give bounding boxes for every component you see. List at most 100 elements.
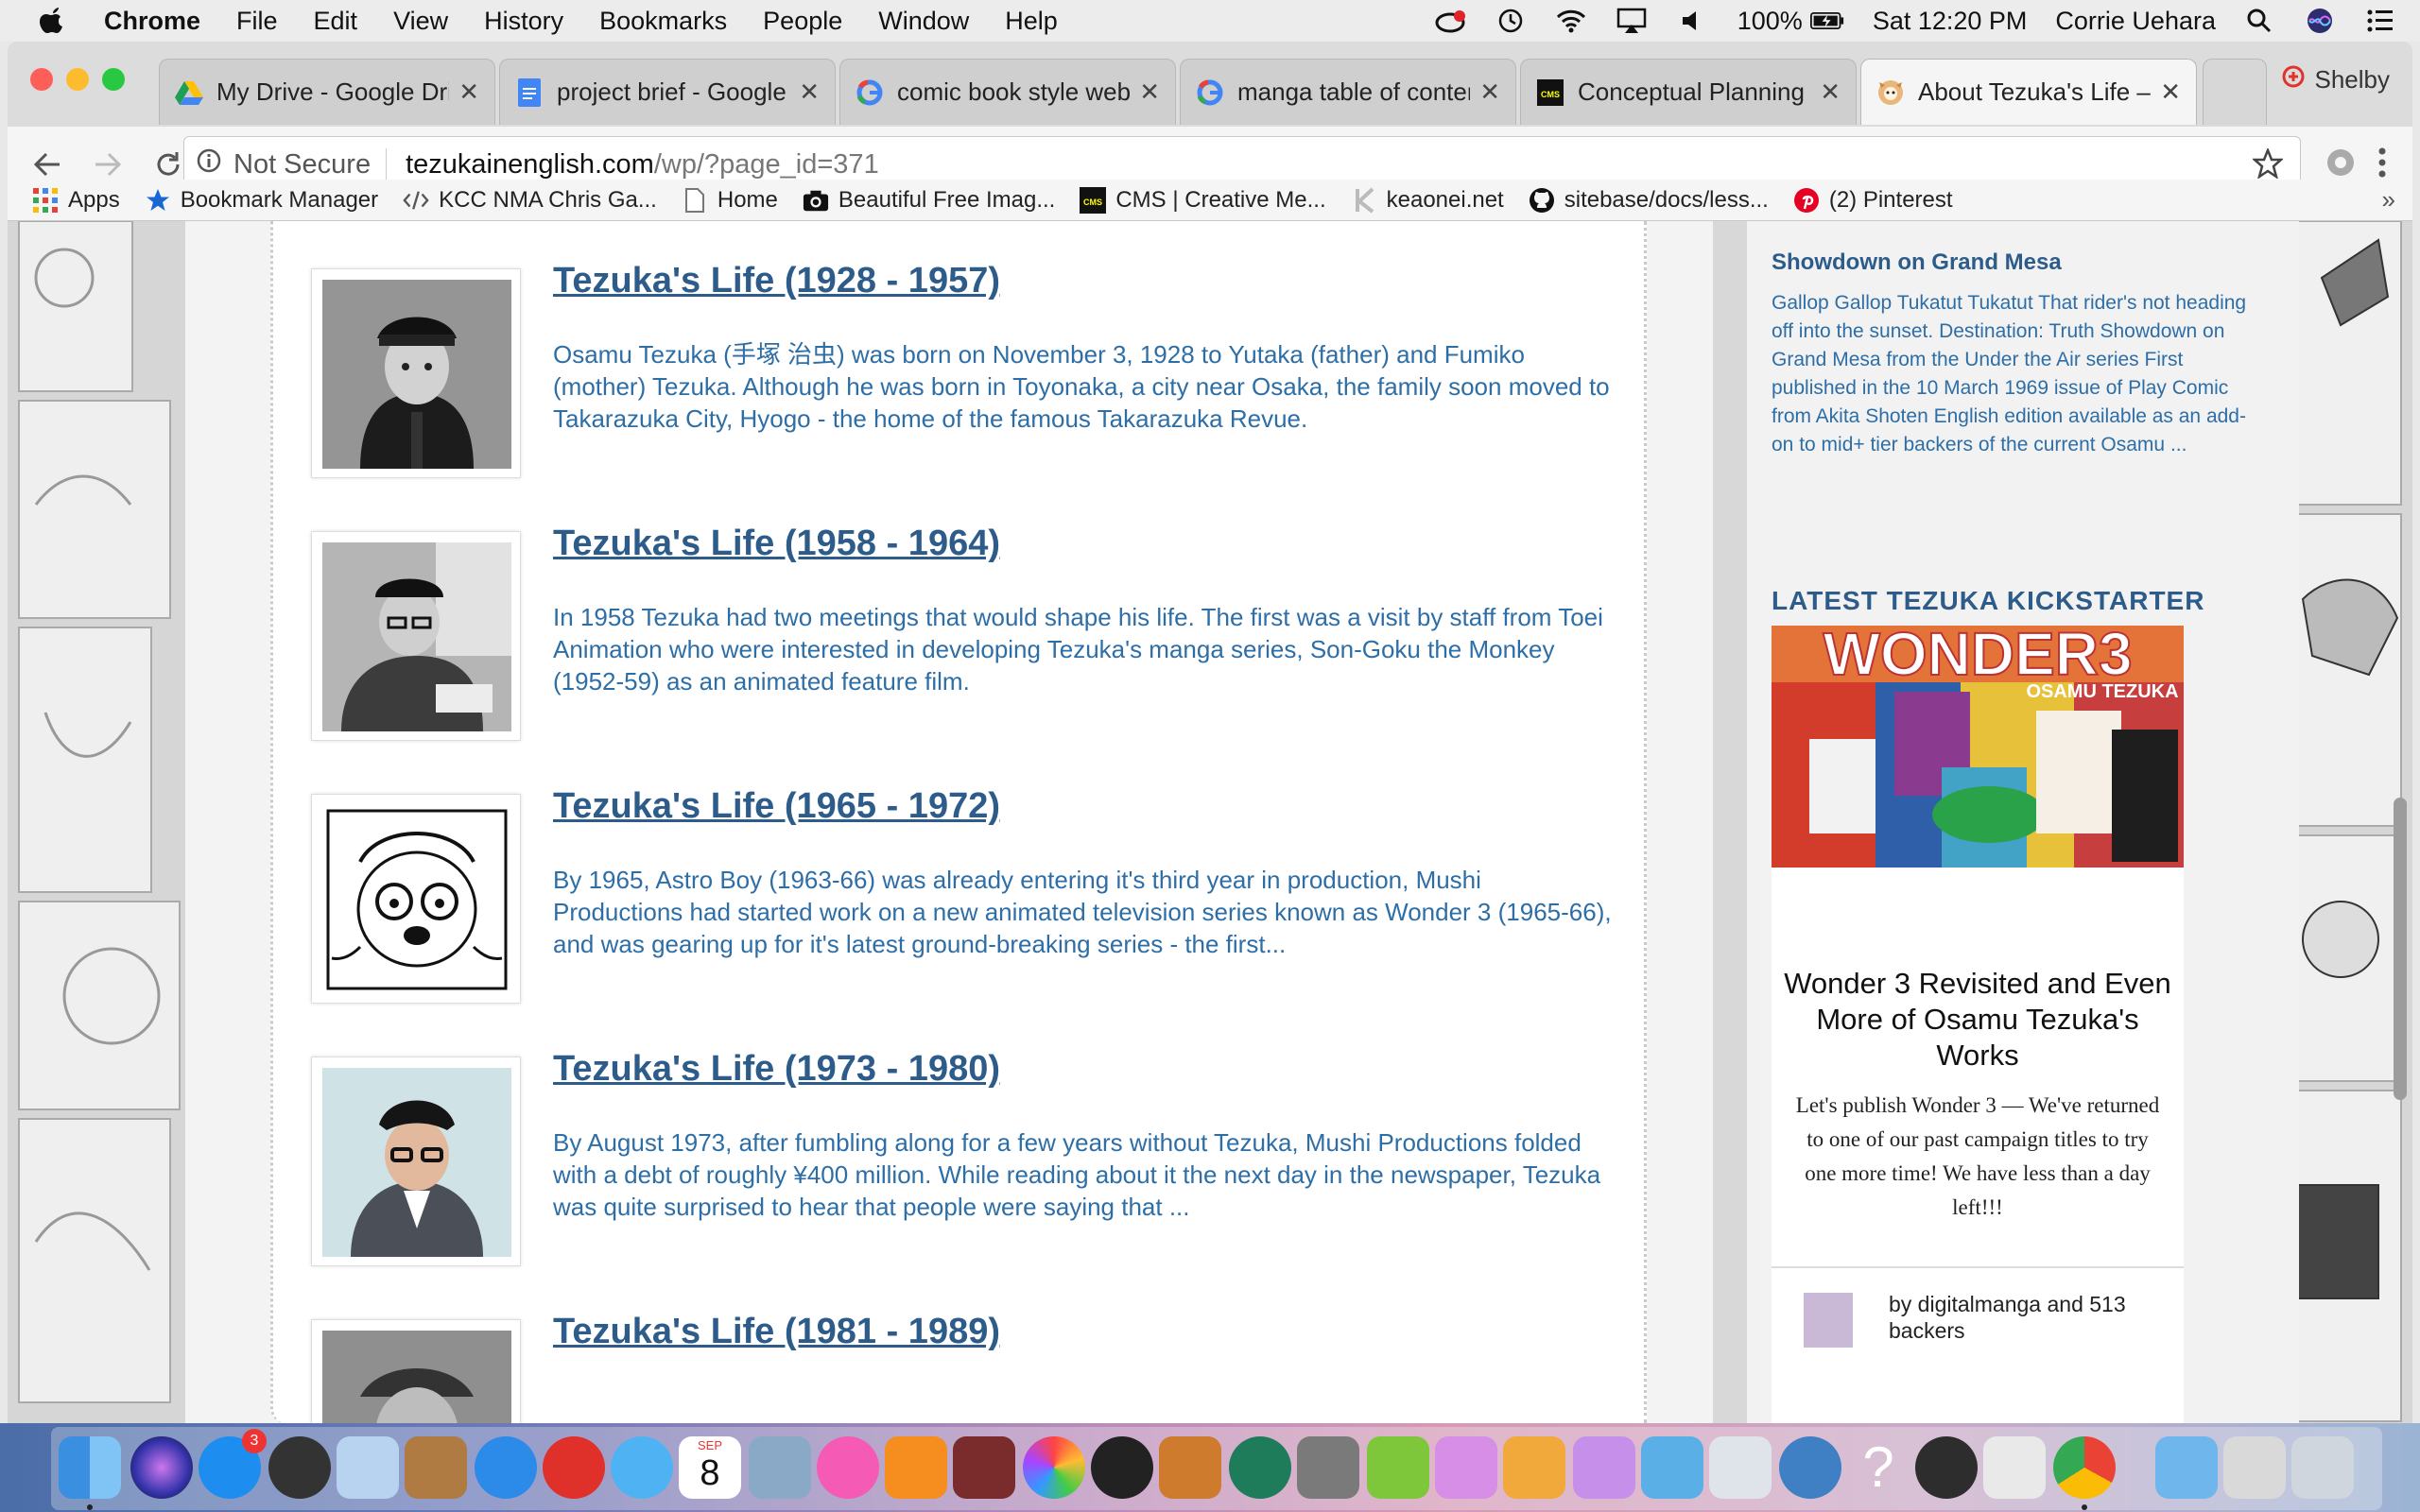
excel-app-icon[interactable] (1573, 1436, 1635, 1499)
menu-window[interactable]: Window (878, 7, 969, 36)
user-name[interactable]: Corrie Uehara (2055, 7, 2216, 36)
menu-people[interactable]: People (763, 7, 842, 36)
messages-icon[interactable] (611, 1436, 673, 1499)
minimize-window-button[interactable] (66, 68, 89, 91)
siri-icon[interactable] (2303, 7, 2337, 35)
users-app-icon[interactable] (1641, 1436, 1703, 1499)
menu-view[interactable]: View (393, 7, 448, 36)
safari-icon[interactable] (475, 1436, 537, 1499)
spotlight-search-icon[interactable] (2242, 7, 2276, 35)
digital-color-meter-icon[interactable] (1983, 1436, 2046, 1499)
sidebar-post-link[interactable]: Showdown on Grand Mesa (1772, 249, 2062, 276)
bookmark-kcc-nma[interactable]: KCC NMA Chris Ga... (403, 187, 657, 214)
network-utility-icon[interactable] (1779, 1436, 1841, 1499)
kickstarter-banner-image[interactable]: WONDER3 OSAMU TEZUKA (1772, 626, 2184, 868)
close-tab-icon[interactable]: ✕ (2160, 77, 2181, 107)
zoom-window-button[interactable] (102, 68, 125, 91)
menu-edit[interactable]: Edit (314, 7, 358, 36)
post-title-link[interactable]: Tezuka's Life (1928 - 1957) (553, 261, 1000, 301)
bookmark-free-images[interactable]: Beautiful Free Imag... (803, 187, 1055, 214)
menu-bookmarks[interactable]: Bookmarks (599, 7, 727, 36)
downloads-folder-icon[interactable] (2155, 1436, 2218, 1499)
security-status[interactable]: Not Secure (233, 149, 371, 180)
extension-gear-icon[interactable] (2324, 146, 2358, 184)
photos-icon[interactable] (1023, 1436, 1085, 1499)
calendar-icon[interactable]: SEP 8 (679, 1436, 741, 1499)
post-thumbnail[interactable] (311, 1057, 521, 1266)
opera-icon[interactable] (543, 1436, 605, 1499)
help-icon[interactable]: ? (1847, 1436, 1910, 1499)
time-machine-dock-icon[interactable] (1229, 1436, 1291, 1499)
dreamweaver-icon[interactable] (1367, 1436, 1429, 1499)
airplay-icon[interactable] (1615, 7, 1649, 35)
tab-manga-toc-search[interactable]: manga table of conten ✕ (1180, 59, 1516, 125)
photo-booth-icon[interactable] (953, 1436, 1015, 1499)
menu-file[interactable]: File (236, 7, 278, 36)
garageband-icon[interactable] (1159, 1436, 1221, 1499)
bookmark-manager[interactable]: Bookmark Manager (145, 187, 378, 214)
tab-conceptual-planning[interactable]: CMS Conceptual Planning | ✕ (1520, 59, 1857, 125)
clock[interactable]: Sat 12:20 PM (1873, 7, 2028, 36)
bookmark-sitebase[interactable]: sitebase/docs/less... (1529, 187, 1769, 214)
siri-dock-icon[interactable] (130, 1436, 193, 1499)
post-title-link[interactable]: Tezuka's Life (1965 - 1972) (553, 786, 1000, 827)
info-icon[interactable] (196, 147, 222, 181)
close-tab-icon[interactable]: ✕ (1820, 77, 1841, 107)
vlc-icon[interactable] (1915, 1436, 1978, 1499)
menu-app-name[interactable]: Chrome (104, 7, 200, 36)
chrome-dock-icon[interactable] (2053, 1436, 2116, 1499)
notification-center-icon[interactable] (2363, 7, 2397, 35)
creator-avatar[interactable] (1804, 1293, 1853, 1348)
bookmark-apps[interactable]: Apps (32, 187, 120, 214)
battery-icon[interactable] (1809, 7, 1844, 35)
trash-icon[interactable] (2291, 1436, 2354, 1499)
tab-about-tezuka[interactable]: About Tezuka's Life – ✕ (1860, 59, 2197, 125)
time-machine-icon[interactable] (1494, 7, 1528, 35)
bookmark-home[interactable]: Home (682, 187, 778, 214)
itunes-icon[interactable] (817, 1436, 879, 1499)
new-tab-button[interactable] (2203, 59, 2267, 125)
tab-project-brief[interactable]: project brief - Google ✕ (499, 59, 836, 125)
finder-icon[interactable] (59, 1436, 121, 1499)
menu-help[interactable]: Help (1005, 7, 1058, 36)
ibooks-icon[interactable] (885, 1436, 947, 1499)
image-capture-icon[interactable] (749, 1436, 811, 1499)
tab-comic-book-search[interactable]: comic book style web ✕ (839, 59, 1176, 125)
campaign-title[interactable]: Wonder 3 Revisited and Even More of Osam… (1772, 966, 2184, 1074)
imovie-icon[interactable] (1091, 1436, 1153, 1499)
post-thumbnail[interactable] (311, 1319, 521, 1423)
menu-history[interactable]: History (484, 7, 563, 36)
chrome-menu-icon[interactable] (2377, 146, 2388, 184)
post-thumbnail[interactable] (311, 268, 521, 478)
apple-logo-icon[interactable] (38, 6, 66, 36)
bookmark-cms[interactable]: CMS CMS | Creative Me... (1080, 186, 1326, 214)
launchpad-icon[interactable] (268, 1436, 331, 1499)
page-scrollbar[interactable] (2394, 798, 2407, 1100)
close-tab-icon[interactable]: ✕ (458, 77, 479, 107)
word-app-icon[interactable] (1435, 1436, 1497, 1499)
post-thumbnail[interactable] (311, 531, 521, 741)
close-tab-icon[interactable]: ✕ (799, 77, 820, 107)
system-preferences-icon[interactable] (1297, 1436, 1359, 1499)
post-title-link[interactable]: Tezuka's Life (1958 - 1964) (553, 524, 1000, 564)
post-title-link[interactable]: Tezuka's Life (1981 - 1989) (553, 1312, 1000, 1352)
close-tab-icon[interactable]: ✕ (1479, 77, 1500, 107)
powerpoint-app-icon[interactable] (1503, 1436, 1565, 1499)
kickstarter-card[interactable]: WONDER3 OSAMU TEZUKA Wonder 3 Revisited … (1772, 626, 2184, 1423)
close-tab-icon[interactable]: ✕ (1139, 77, 1160, 107)
post-thumbnail[interactable] (311, 794, 521, 1004)
preview-app-icon[interactable] (337, 1436, 399, 1499)
tab-my-drive[interactable]: My Drive - Google Dri ✕ (159, 59, 495, 125)
volume-icon[interactable] (1675, 7, 1709, 35)
bookmarks-overflow-icon[interactable]: » (2382, 185, 2395, 215)
wifi-icon[interactable] (1554, 7, 1588, 35)
close-window-button[interactable] (30, 68, 53, 91)
post-title-link[interactable]: Tezuka's Life (1973 - 1980) (553, 1049, 1000, 1090)
app-store-icon[interactable]: 3 (199, 1429, 267, 1499)
documents-stack-icon[interactable] (2223, 1436, 2286, 1499)
creative-cloud-icon[interactable] (1433, 7, 1467, 35)
dashboard-icon[interactable] (1709, 1436, 1772, 1499)
contacts-icon[interactable] (405, 1436, 467, 1499)
bookmark-keaonei[interactable]: keaonei.net (1351, 187, 1504, 214)
bookmark-pinterest[interactable]: (2) Pinterest (1793, 187, 1953, 214)
